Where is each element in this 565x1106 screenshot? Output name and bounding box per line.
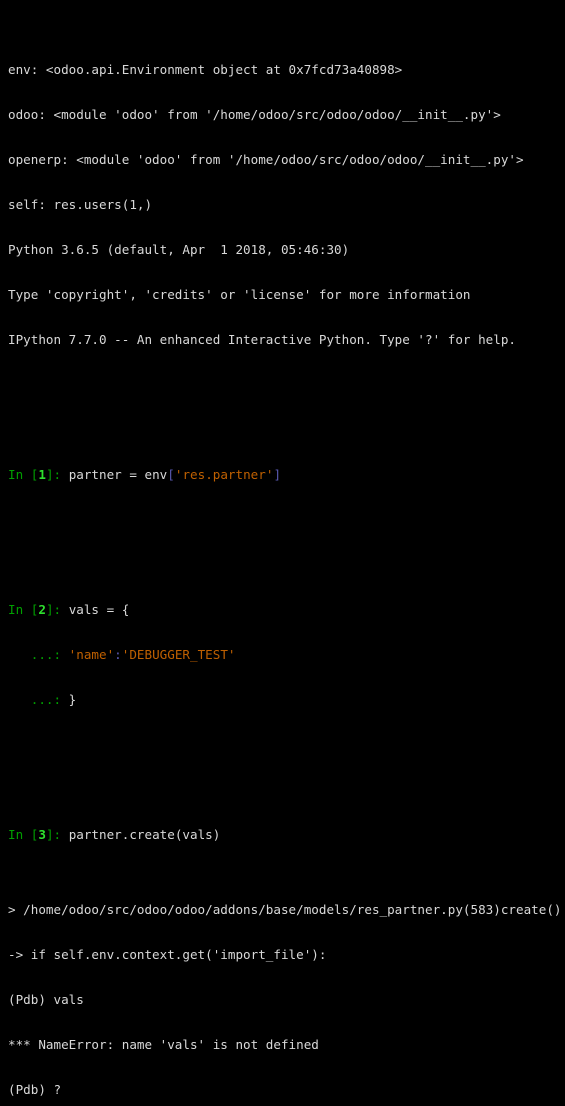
prompt-bracket-close-1: ]: <box>45 467 69 482</box>
code-bracket-open-1: [ <box>167 467 175 482</box>
dict-value-string: 'DEBUGGER_TEST' <box>121 647 236 662</box>
banner-python-version-line: Python 3.6.5 (default, Apr 1 2018, 05:46… <box>8 242 350 257</box>
spacer-line <box>8 752 565 767</box>
spacer-line <box>8 392 565 407</box>
dict-key-string: 'name' <box>68 647 115 662</box>
pdb-command-help: (Pdb) ? <box>8 1082 62 1097</box>
input-cell-2-continuation-1: ...: 'name':'DEBUGGER_TEST' <box>8 647 565 662</box>
pdb-source-line: -> if self.env.context.get('import_file'… <box>8 947 327 962</box>
prompt-in-label-3: In <box>8 827 31 842</box>
prompt-number-3: 3 <box>38 827 46 842</box>
prompt-number-1: 1 <box>38 467 46 482</box>
code-string-1: 'res.partner' <box>174 467 274 482</box>
prompt-bracket-open-2: [ <box>30 602 39 617</box>
code-text-2: vals = { <box>68 602 130 617</box>
banner-self-line: self: res.users(1,) <box>8 197 153 212</box>
spacer-line <box>8 527 565 542</box>
code-text-1: partner = env <box>68 467 168 482</box>
terminal-screen[interactable]: env: <odoo.api.Environment object at 0x7… <box>0 0 565 1097</box>
prompt-in-label-2: In <box>8 602 31 617</box>
prompt-bracket-open-3: [ <box>30 827 39 842</box>
pdb-frame-line: > /home/odoo/src/odoo/odoo/addons/base/m… <box>8 902 562 917</box>
pdb-error-line: *** NameError: name 'vals' is not define… <box>8 1037 319 1052</box>
banner-env-line: env: <odoo.api.Environment object at 0x7… <box>8 62 403 77</box>
dict-close-brace: } <box>68 692 77 707</box>
input-cell-2: In [2]: vals = { <box>8 602 565 617</box>
prompt-bracket-close-3: ]: <box>45 827 69 842</box>
code-bracket-close-1: ] <box>273 467 282 482</box>
input-cell-3: In [3]: partner.create(vals) <box>8 827 565 842</box>
banner-odoo-line: odoo: <module 'odoo' from '/home/odoo/sr… <box>8 107 501 122</box>
prompt-bracket-close-2: ]: <box>45 602 69 617</box>
input-cell-2-continuation-2: ...: } <box>8 692 565 707</box>
banner-openerp-line: openerp: <module 'odoo' from '/home/odoo… <box>8 152 524 167</box>
banner-ipython-line: IPython 7.7.0 -- An enhanced Interactive… <box>8 332 516 347</box>
continuation-prompt: ...: <box>8 692 69 707</box>
code-text-3: partner.create(vals) <box>68 827 221 842</box>
continuation-prompt: ...: <box>8 647 69 662</box>
prompt-number-2: 2 <box>38 602 46 617</box>
input-cell-1: In [1]: partner = env['res.partner'] <box>8 467 565 482</box>
pdb-command-vals: (Pdb) vals <box>8 992 84 1007</box>
dict-colon: : <box>114 647 122 662</box>
banner-copyright-line: Type 'copyright', 'credits' or 'license'… <box>8 287 471 302</box>
prompt-in-label-1: In <box>8 467 31 482</box>
